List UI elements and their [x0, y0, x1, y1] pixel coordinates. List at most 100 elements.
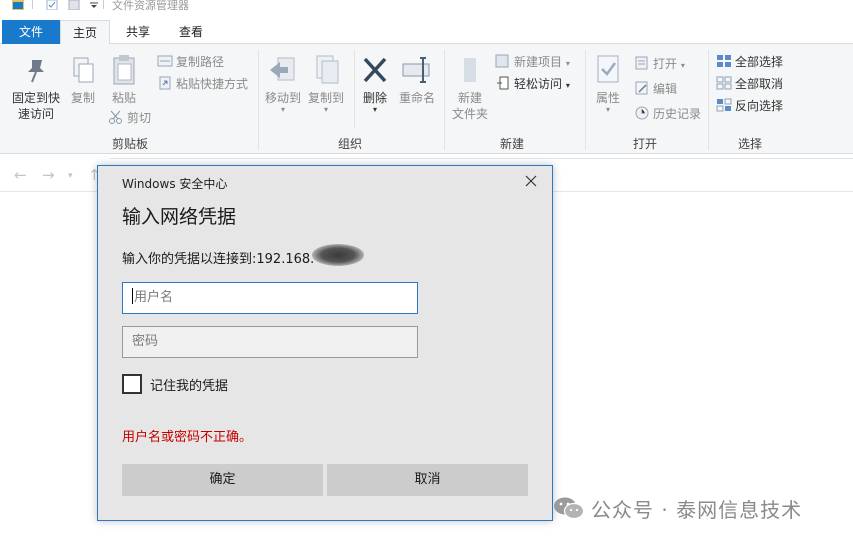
scissors-icon [109, 110, 122, 124]
copy-path-button[interactable]: 复制路径 [157, 53, 224, 71]
copy-path-icon [157, 55, 173, 67]
paste-shortcut-icon [159, 76, 171, 90]
redacted-address-blur [312, 244, 364, 266]
title-divider [103, 0, 104, 9]
ribbon-tabs: 文件 主页 共享 查看 [0, 20, 853, 45]
ribbon-separator [708, 50, 709, 150]
close-icon[interactable] [522, 172, 540, 190]
edit-button[interactable]: 编辑 [634, 80, 677, 98]
tab-file[interactable]: 文件 [2, 20, 60, 44]
remember-checkbox[interactable] [122, 374, 142, 394]
open-group-label: 打开 [632, 137, 657, 151]
organize-separator [354, 50, 355, 128]
properties-quick-icon[interactable] [46, 0, 58, 10]
select-none-icon [716, 76, 732, 90]
new-folder-label-2: 文件夹 [451, 107, 488, 121]
open-dropdown-icon: ▾ [680, 61, 685, 70]
remember-label: 记住我的凭据 [150, 379, 229, 394]
select-all-button[interactable]: 全部选择 [716, 53, 783, 71]
tab-view[interactable]: 查看 [165, 20, 217, 44]
edit-label: 编辑 [653, 82, 678, 96]
paste-shortcut-button[interactable]: 粘贴快捷方式 [157, 75, 248, 93]
copy-to-label: 复制到 [307, 91, 344, 105]
ribbon-separator [444, 50, 445, 150]
history-label: 历史记录 [653, 107, 702, 121]
rename-icon [402, 57, 430, 83]
select-none-label: 全部取消 [735, 77, 784, 91]
move-to-button[interactable]: 移动到 ▾ [262, 54, 304, 114]
back-arrow-icon[interactable]: ← [14, 166, 27, 184]
cut-button[interactable]: 剪切 [108, 109, 151, 127]
invert-selection-icon [716, 98, 732, 112]
ribbon-separator [258, 50, 259, 150]
password-field[interactable]: 密码 [122, 326, 418, 358]
easy-access-icon [497, 76, 509, 90]
open-icon [635, 56, 648, 70]
paste-label: 粘贴 [111, 91, 136, 105]
open-button[interactable]: 打开 ▾ [634, 55, 685, 73]
password-placeholder: 密码 [132, 334, 159, 349]
username-field[interactable]: 用户名 [122, 282, 418, 314]
dialog-title: 输入网络凭据 [122, 206, 237, 228]
clipboard-group-label: 剪贴板 [111, 137, 148, 151]
paste-icon [113, 55, 135, 85]
pin-label-2: 速访问 [17, 107, 54, 121]
copy-to-button[interactable]: 复制到 ▾ [305, 54, 347, 114]
new-item-dropdown-icon: ▾ [565, 59, 570, 68]
pin-label-1: 固定到快 [11, 91, 60, 105]
move-to-dropdown-icon: ▾ [280, 105, 285, 114]
ribbon: 固定到快 速访问 复制 粘贴 复制路径 粘贴快捷方式 剪切 剪贴板 移动到 ▾ … [0, 44, 853, 154]
select-all-label: 全部选择 [735, 55, 784, 69]
move-to-icon [270, 57, 295, 81]
text-caret [132, 288, 133, 304]
pin-icon [28, 60, 44, 83]
ribbon-separator [585, 50, 586, 150]
wechat-icon [554, 497, 585, 520]
new-item-icon [495, 54, 509, 68]
pin-quick-access-button[interactable]: 固定到快 速访问 [8, 56, 64, 122]
new-group-label: 新建 [499, 137, 524, 151]
easy-access-dropdown-icon: ▾ [565, 81, 570, 90]
forward-arrow-icon[interactable]: → [42, 166, 55, 184]
qa-divider [32, 0, 33, 9]
copy-to-dropdown-icon: ▾ [323, 105, 328, 114]
copy-button[interactable]: 复制 [66, 56, 100, 106]
dialog-caption: Windows 安全中心 [122, 177, 228, 191]
easy-access-button[interactable]: 轻松访问 ▾ [495, 75, 570, 93]
delete-button[interactable]: 删除 ▾ [358, 54, 392, 114]
copy-to-icon [316, 55, 339, 84]
connection-prompt: 输入你的凭据以连接到:192.168. [122, 252, 315, 267]
window-title: 文件资源管理器 [112, 0, 189, 12]
select-group-label: 选择 [737, 137, 762, 151]
new-item-button[interactable]: 新建项目 ▾ [495, 53, 570, 71]
new-folder-button[interactable]: 新建 文件夹 [448, 54, 492, 122]
properties-button[interactable]: 属性 ▾ [590, 54, 626, 114]
tab-home[interactable]: 主页 [60, 20, 110, 45]
ok-button[interactable]: 确定 [122, 464, 323, 496]
invert-selection-label: 反向选择 [735, 99, 784, 113]
customize-quick-access-icon[interactable] [88, 0, 100, 10]
paste-button[interactable]: 粘贴 [106, 54, 142, 106]
open-label: 打开 [653, 57, 678, 71]
recent-locations-icon[interactable]: ▾ [68, 171, 73, 181]
copy-path-label: 复制路径 [176, 55, 225, 69]
tab-share[interactable]: 共享 [113, 20, 163, 44]
history-button[interactable]: 历史记录 [634, 105, 701, 123]
rename-button[interactable]: 重命名 [396, 54, 438, 106]
new-folder-icon [464, 58, 476, 82]
properties-dropdown-icon: ▾ [605, 105, 610, 114]
invert-selection-button[interactable]: 反向选择 [716, 97, 783, 115]
move-to-label: 移动到 [264, 91, 301, 105]
copy-icon [73, 57, 94, 83]
easy-access-label: 轻松访问 [514, 77, 563, 91]
new-folder-quick-icon[interactable] [68, 0, 80, 10]
cancel-button[interactable]: 取消 [327, 464, 528, 496]
select-none-button[interactable]: 全部取消 [716, 75, 783, 93]
error-message: 用户名或密码不正确。 [122, 430, 253, 445]
new-folder-label-1: 新建 [457, 91, 482, 105]
history-clock-icon [635, 106, 649, 120]
delete-x-icon [363, 57, 387, 83]
properties-icon [597, 55, 619, 83]
select-all-icon [717, 55, 731, 67]
delete-label: 删除 [362, 91, 387, 105]
